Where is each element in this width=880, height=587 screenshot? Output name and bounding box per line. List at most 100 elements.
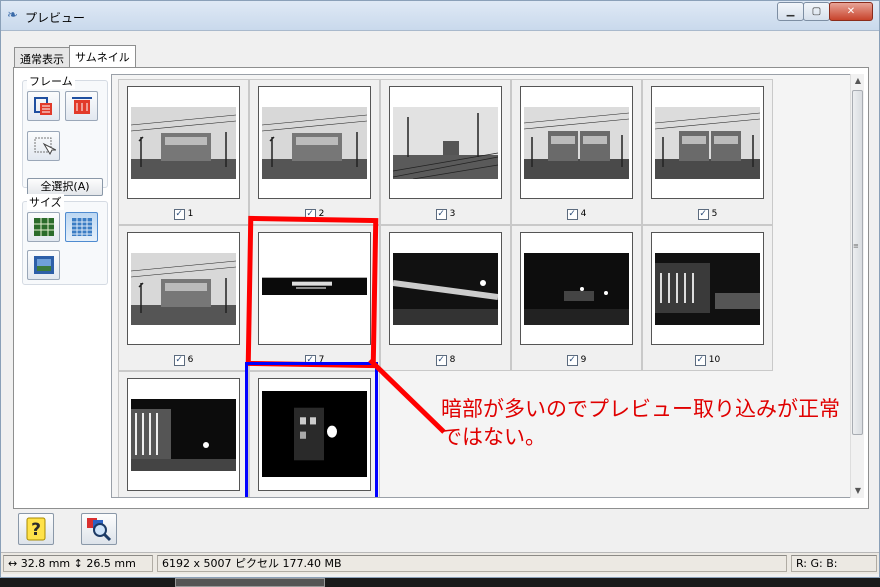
rgb-readout: R: G: B:: [791, 555, 877, 572]
thumbnail-cell-5[interactable]: ✓ 5: [642, 79, 773, 225]
annotation-line-2: ではない。: [441, 425, 546, 449]
thumbnail-checkbox[interactable]: ✓: [697, 208, 709, 220]
thumbnail-checkbox[interactable]: ✓: [566, 354, 578, 366]
size-small-button[interactable]: [65, 212, 98, 242]
size-group-legend: サイズ: [27, 194, 64, 210]
select-frame-icon: [34, 137, 56, 156]
thumbnail-checkbox[interactable]: ✓: [435, 208, 447, 220]
background-film-strip: [175, 578, 325, 587]
film-frame-picture: [131, 107, 236, 179]
thumbnail-image[interactable]: [127, 86, 240, 199]
help-button[interactable]: ?: [18, 513, 54, 545]
thumbnail-cell-3[interactable]: ✓ 3: [380, 79, 511, 225]
thumbnail-image[interactable]: [520, 232, 633, 345]
window-controls: ▁ ▢ ✕: [777, 2, 873, 22]
film-frame-picture: [655, 253, 760, 325]
film-frame-picture: [524, 107, 629, 179]
thumbnail-number: 5: [711, 209, 718, 219]
view-tabs: 通常表示 サムネイル: [14, 45, 136, 67]
size-small-icon: [71, 218, 92, 236]
thumbnail-checkbox[interactable]: ✓: [694, 354, 706, 366]
thumbnail-checkbox-row: ✓ 5: [643, 207, 772, 221]
title-bar: ❧ プレビュー ▁ ▢ ✕: [1, 1, 879, 31]
film-frame-picture: [393, 107, 498, 179]
thumbnail-number: 9: [580, 355, 587, 365]
help-icon: ?: [26, 517, 46, 541]
scroll-grip-icon: ≡: [853, 242, 859, 250]
film-frame-picture: [262, 107, 367, 179]
maximize-icon: ▢: [811, 6, 822, 17]
preview-zoom-button[interactable]: [81, 513, 117, 545]
selected-frame-12: [245, 362, 378, 497]
minimize-icon: ▁: [786, 6, 795, 17]
tab-normal-view[interactable]: 通常表示: [14, 47, 70, 67]
thumbnail-checkbox-row: ✓ 3: [381, 207, 510, 221]
size-medium-button[interactable]: [27, 212, 60, 242]
scroll-thumb[interactable]: [852, 90, 863, 435]
window-title: プレビュー: [25, 11, 86, 25]
auto-crop-button[interactable]: [27, 91, 60, 121]
size-large-button[interactable]: [27, 250, 60, 280]
thumbnail-cell-2[interactable]: ✓ 2: [249, 79, 380, 225]
thumbnail-checkbox[interactable]: ✓: [566, 208, 578, 220]
height-value: 26.5 mm: [86, 557, 136, 570]
tab-thumbnail[interactable]: サムネイル: [69, 45, 136, 67]
select-frame-button[interactable]: [27, 131, 60, 161]
scroll-up-arrow-icon[interactable]: ▲: [851, 74, 865, 88]
thumbnail-checkbox[interactable]: ✓: [173, 208, 185, 220]
app-icon: ❧: [7, 8, 18, 23]
size-medium-icon: [33, 218, 54, 236]
annotation-text: 暗部が多いのでプレビュー取り込みが正常 ではない。: [441, 395, 861, 451]
minimize-button[interactable]: ▁: [777, 2, 804, 21]
dimension-readout: ↔ 32.8 mm ↕ 26.5 mm: [3, 555, 153, 572]
thumbnail-checkbox[interactable]: ✓: [173, 354, 185, 366]
thumbnail-image[interactable]: [389, 86, 502, 199]
thumbnail-cell-8[interactable]: ✓ 8: [380, 225, 511, 371]
thumbnail-image[interactable]: [389, 232, 502, 345]
film-frame-picture: [524, 253, 629, 325]
width-value: 32.8 mm: [20, 557, 71, 570]
svg-text:?: ?: [31, 520, 41, 540]
thumbnail-cell-6[interactable]: ✓ 6: [118, 225, 249, 371]
thumbnail-checkbox-row: ✓ 4: [512, 207, 641, 221]
thumbnail-cell-10[interactable]: ✓ 10: [642, 225, 773, 371]
thumbnail-cell-11[interactable]: ✓11: [118, 371, 249, 497]
thumbnail-number: 6: [187, 355, 194, 365]
size-large-icon: [33, 256, 54, 274]
frame-group-legend: フレーム: [27, 73, 75, 89]
thumbnail-image[interactable]: [520, 86, 633, 199]
image-info: 6192 x 5007 ピクセル 177.40 MB: [157, 555, 787, 572]
size-group: サイズ: [22, 194, 108, 285]
film-frame-picture: [131, 399, 236, 471]
frame-group: フレーム 全選択(A): [22, 73, 108, 196]
preview-zoom-icon: [87, 518, 112, 542]
frame-crop-button[interactable]: [65, 91, 98, 121]
error-highlight-frame-7: [245, 215, 379, 369]
thumbnail-checkbox-row: ✓ 6: [119, 353, 248, 367]
thumbnail-number: 1: [187, 209, 194, 219]
maximize-button[interactable]: ▢: [803, 2, 830, 21]
film-frame-picture: [393, 253, 498, 325]
thumbnail-cell-1[interactable]: ✓ 1: [118, 79, 249, 225]
thumbnail-cell-9[interactable]: ✓ 9: [511, 225, 642, 371]
annotation-line-1: 暗部が多いのでプレビュー取り込みが正常: [441, 397, 840, 421]
status-bar: ↔ 32.8 mm ↕ 26.5 mm 6192 x 5007 ピクセル 177…: [1, 552, 879, 574]
close-button[interactable]: ✕: [829, 2, 873, 21]
scroll-down-arrow-icon[interactable]: ▼: [851, 484, 865, 498]
width-arrow-icon: ↔: [8, 557, 18, 570]
thumbnail-number: 4: [580, 209, 587, 219]
film-frame-picture: [131, 253, 236, 325]
close-icon: ✕: [846, 6, 856, 17]
thumbnail-number: 10: [708, 355, 721, 365]
thumbnail-image[interactable]: [127, 232, 240, 345]
preview-window: ❧ プレビュー ▁ ▢ ✕ 通常表示 サムネイル フレーム 全選択(A) サイズ…: [0, 0, 880, 578]
crop-frame-icon: [71, 97, 92, 114]
thumbnail-image[interactable]: [258, 86, 371, 199]
thumbnail-image[interactable]: [651, 86, 764, 199]
thumbnail-checkbox-row: ✓ 1: [119, 207, 248, 221]
thumbnail-image[interactable]: [651, 232, 764, 345]
height-arrow-icon: ↕: [73, 557, 83, 570]
thumbnail-image[interactable]: [127, 378, 240, 491]
thumbnail-checkbox-row: ✓ 10: [643, 353, 772, 367]
thumbnail-cell-4[interactable]: ✓ 4: [511, 79, 642, 225]
